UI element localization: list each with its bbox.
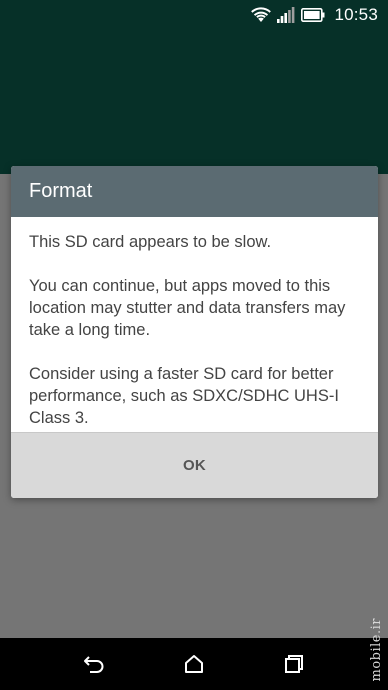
- ok-button[interactable]: OK: [143, 443, 246, 488]
- signal-icon: [277, 7, 295, 23]
- status-time: 10:53: [334, 5, 378, 24]
- recents-icon[interactable]: [280, 650, 308, 678]
- back-icon[interactable]: [80, 650, 108, 678]
- dialog-message: This SD card appears to be slow. You can…: [11, 217, 378, 427]
- battery-icon: [301, 8, 325, 22]
- format-dialog: Format This SD card appears to be slow. …: [11, 166, 378, 498]
- dialog-paragraph: This SD card appears to be slow.: [29, 233, 272, 251]
- dialog-paragraph: You can continue, but apps moved to this…: [29, 277, 346, 339]
- home-icon[interactable]: [180, 650, 208, 678]
- dialog-paragraph: Consider using a faster SD card for bett…: [29, 365, 339, 427]
- navigation-bar: [0, 638, 388, 690]
- wifi-icon: [251, 7, 272, 23]
- dialog-title: Format: [29, 180, 93, 202]
- dialog-actions: OK: [11, 432, 378, 498]
- watermark-logo: mobile.ir: [369, 618, 384, 682]
- dialog-title-bar: Format: [11, 166, 378, 217]
- status-bar: 10:53: [0, 0, 388, 30]
